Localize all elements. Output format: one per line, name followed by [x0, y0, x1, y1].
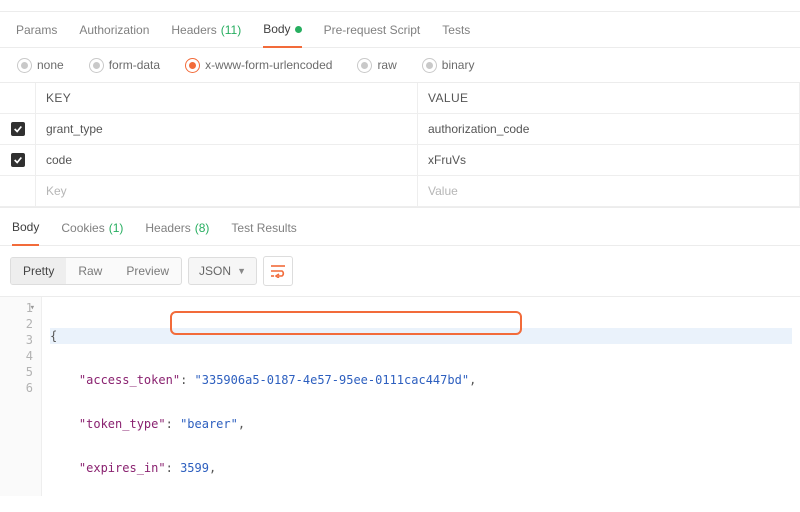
code-content: { "access_token": "335906a5-0187-4e57-95…	[42, 297, 800, 496]
radio-form-data-label: form-data	[109, 58, 160, 72]
radio-raw[interactable]: raw	[358, 58, 396, 72]
row-key-input[interactable]: Key	[36, 176, 418, 207]
row-checkbox-cell: ≡	[0, 145, 36, 176]
chevron-down-icon: ▼	[237, 266, 246, 276]
tab-authorization-label: Authorization	[79, 23, 149, 37]
table-header-row: KEY VALUE	[0, 83, 800, 114]
radio-icon	[18, 59, 31, 72]
table-row: ≡ code xFruVs	[0, 145, 800, 176]
radio-x-www-form-urlencoded[interactable]: x-www-form-urlencoded	[186, 58, 332, 72]
gutter-line-number: 6	[4, 380, 33, 396]
resp-tab-headers-count: (8)	[195, 221, 210, 235]
view-mode-pretty[interactable]: Pretty	[11, 258, 66, 284]
tab-headers-label: Headers	[171, 23, 216, 37]
radio-none-label: none	[37, 58, 64, 72]
tab-body-label: Body	[263, 22, 290, 36]
tab-headers-count: (11)	[221, 23, 241, 37]
table-header-key: KEY	[36, 83, 418, 114]
resp-tab-body-label: Body	[12, 220, 39, 234]
radio-icon	[90, 59, 103, 72]
radio-icon	[423, 59, 436, 72]
resp-tab-headers-label: Headers	[145, 221, 190, 235]
dot-indicator-icon	[295, 26, 302, 33]
request-tabs: Params Authorization Headers (11) Body P…	[0, 12, 800, 48]
response-format-dropdown[interactable]: JSON ▼	[188, 257, 257, 285]
gutter-line-number: 5	[4, 364, 33, 380]
table-header-spacer	[0, 83, 36, 114]
radio-raw-label: raw	[377, 58, 396, 72]
check-icon	[13, 155, 23, 165]
radio-none[interactable]: none	[18, 58, 64, 72]
tab-tests-label: Tests	[442, 23, 470, 37]
row-key-input[interactable]: code	[36, 145, 418, 176]
gutter-line-number: 4	[4, 348, 33, 364]
radio-form-data[interactable]: form-data	[90, 58, 160, 72]
code-line: {	[50, 328, 792, 344]
resp-tab-cookies-label: Cookies	[61, 221, 104, 235]
resp-tab-test-results-label: Test Results	[231, 221, 296, 235]
line-wrap-button[interactable]	[263, 256, 293, 286]
code-line: "access_token": "335906a5-0187-4e57-95ee…	[50, 372, 792, 388]
view-mode-raw[interactable]: Raw	[66, 258, 114, 284]
row-key-input[interactable]: grant_type	[36, 114, 418, 145]
radio-binary[interactable]: binary	[423, 58, 475, 72]
tab-body[interactable]: Body	[263, 22, 301, 48]
table-header-value: VALUE	[418, 83, 800, 114]
row-checkbox-cell	[0, 114, 36, 145]
tab-headers[interactable]: Headers (11)	[171, 23, 241, 47]
tab-params[interactable]: Params	[16, 23, 57, 47]
row-enabled-checkbox[interactable]	[11, 153, 25, 167]
radio-binary-label: binary	[442, 58, 475, 72]
body-type-radio-group: none form-data x-www-form-urlencoded raw…	[0, 48, 800, 83]
window-top-strip	[0, 0, 800, 12]
tab-authorization[interactable]: Authorization	[79, 23, 149, 47]
tab-pre-request-script[interactable]: Pre-request Script	[324, 23, 421, 47]
response-tabs: Body Cookies (1) Headers (8) Test Result…	[0, 208, 800, 246]
response-code-viewer[interactable]: 1 2 3 4 5 6 { "access_token": "335906a5-…	[0, 296, 800, 496]
code-gutter: 1 2 3 4 5 6	[0, 297, 42, 496]
resp-tab-cookies-count: (1)	[109, 221, 124, 235]
check-icon	[13, 124, 23, 134]
resp-tab-body[interactable]: Body	[12, 220, 39, 246]
view-mode-segment: Pretty Raw Preview	[10, 257, 182, 285]
radio-icon	[186, 59, 199, 72]
code-line: "token_type": "bearer",	[50, 416, 792, 432]
gutter-line-number: 3	[4, 332, 33, 348]
resp-tab-headers[interactable]: Headers (8)	[145, 221, 209, 245]
line-wrap-icon	[270, 264, 286, 278]
response-toolbar: Pretty Raw Preview JSON ▼	[0, 246, 800, 296]
resp-tab-cookies[interactable]: Cookies (1)	[61, 221, 123, 245]
response-format-value: JSON	[199, 264, 231, 278]
gutter-line-number: 2	[4, 316, 33, 332]
code-line: "expires_in": 3599,	[50, 460, 792, 476]
radio-x-www-label: x-www-form-urlencoded	[205, 58, 332, 72]
resp-tab-test-results[interactable]: Test Results	[231, 221, 296, 245]
radio-icon	[358, 59, 371, 72]
view-mode-preview[interactable]: Preview	[114, 258, 181, 284]
body-params-table: KEY VALUE grant_type authorization_code …	[0, 83, 800, 208]
drag-handle-icon[interactable]: ≡	[0, 153, 4, 167]
row-value-input[interactable]: authorization_code	[418, 114, 800, 145]
row-value-input[interactable]: xFruVs	[418, 145, 800, 176]
tab-params-label: Params	[16, 23, 57, 37]
table-row-placeholder: Key Value	[0, 176, 800, 207]
row-checkbox-cell	[0, 176, 36, 207]
tab-tests[interactable]: Tests	[442, 23, 470, 47]
tab-pre-request-label: Pre-request Script	[324, 23, 421, 37]
row-enabled-checkbox[interactable]	[11, 122, 25, 136]
gutter-line-number: 1	[4, 300, 33, 316]
row-value-input[interactable]: Value	[418, 176, 800, 207]
table-row: grant_type authorization_code	[0, 114, 800, 145]
